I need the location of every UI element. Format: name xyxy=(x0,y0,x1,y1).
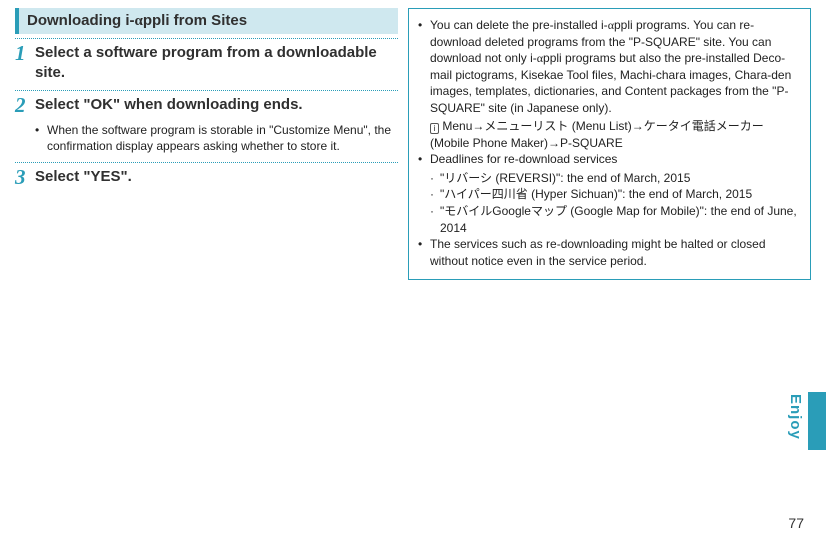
deadline-item: ·"ハイパー四川省 (Hyper Sichuan)": the end of M… xyxy=(430,186,801,203)
note-bullet-3: • The services such as re-downloading mi… xyxy=(418,236,801,269)
step-number: 3 xyxy=(15,167,29,188)
path-text: Menu→メニューリスト (Menu List)→ケータイ電話メーカー (Mob… xyxy=(430,119,764,150)
step-text: Select a software program from a downloa… xyxy=(35,43,398,82)
i-mode-icon: i xyxy=(430,123,439,134)
header-pre: Downloading i- xyxy=(27,12,134,29)
small-dot: · xyxy=(430,186,436,203)
step-number: 2 xyxy=(15,95,29,116)
bullet-dot: • xyxy=(418,17,425,116)
bullet-dot: • xyxy=(35,122,42,154)
note-text: The services such as re-downloading migh… xyxy=(430,236,801,269)
small-dot: · xyxy=(430,203,436,236)
step-3: 3 Select "YES". xyxy=(15,162,398,192)
small-dot: · xyxy=(430,170,436,187)
bullet-dot: • xyxy=(418,151,425,168)
step-number: 1 xyxy=(15,43,29,64)
deadline-item: ·"モバイルGoogleマップ (Google Map for Mobile)"… xyxy=(430,203,801,236)
page-number: 77 xyxy=(788,515,804,531)
note-bullet-2: • Deadlines for re-download services xyxy=(418,151,801,168)
step-2: 2 Select "OK" when downloading ends. • W… xyxy=(15,90,398,158)
step-1: 1 Select a software program from a downl… xyxy=(15,38,398,86)
side-tab xyxy=(808,392,826,450)
note-path: i Menu→メニューリスト (Menu List)→ケータイ電話メーカー (M… xyxy=(430,118,801,151)
sub-text: When the software program is storable in… xyxy=(47,122,398,154)
note-bullet-1: • You can delete the pre-installed i-αpp… xyxy=(418,17,801,116)
notes-box: • You can delete the pre-installed i-αpp… xyxy=(408,8,811,280)
header-post: ppli from Sites xyxy=(143,12,247,29)
step-sub-bullet: • When the software program is storable … xyxy=(35,122,398,154)
step-text: Select "YES". xyxy=(35,167,132,187)
note-text: Deadlines for re-download services xyxy=(430,151,617,168)
section-header: Downloading i-αppli from Sites xyxy=(15,8,398,34)
side-label: Enjoy xyxy=(787,394,804,440)
step-text: Select "OK" when downloading ends. xyxy=(35,95,303,115)
deadline-item: ·"リバーシ (REVERSI)": the end of March, 201… xyxy=(430,170,801,187)
header-alpha: α xyxy=(134,13,142,29)
bullet-dot: • xyxy=(418,236,425,269)
note-text: You can delete the pre-installed i-αppli… xyxy=(430,17,801,116)
